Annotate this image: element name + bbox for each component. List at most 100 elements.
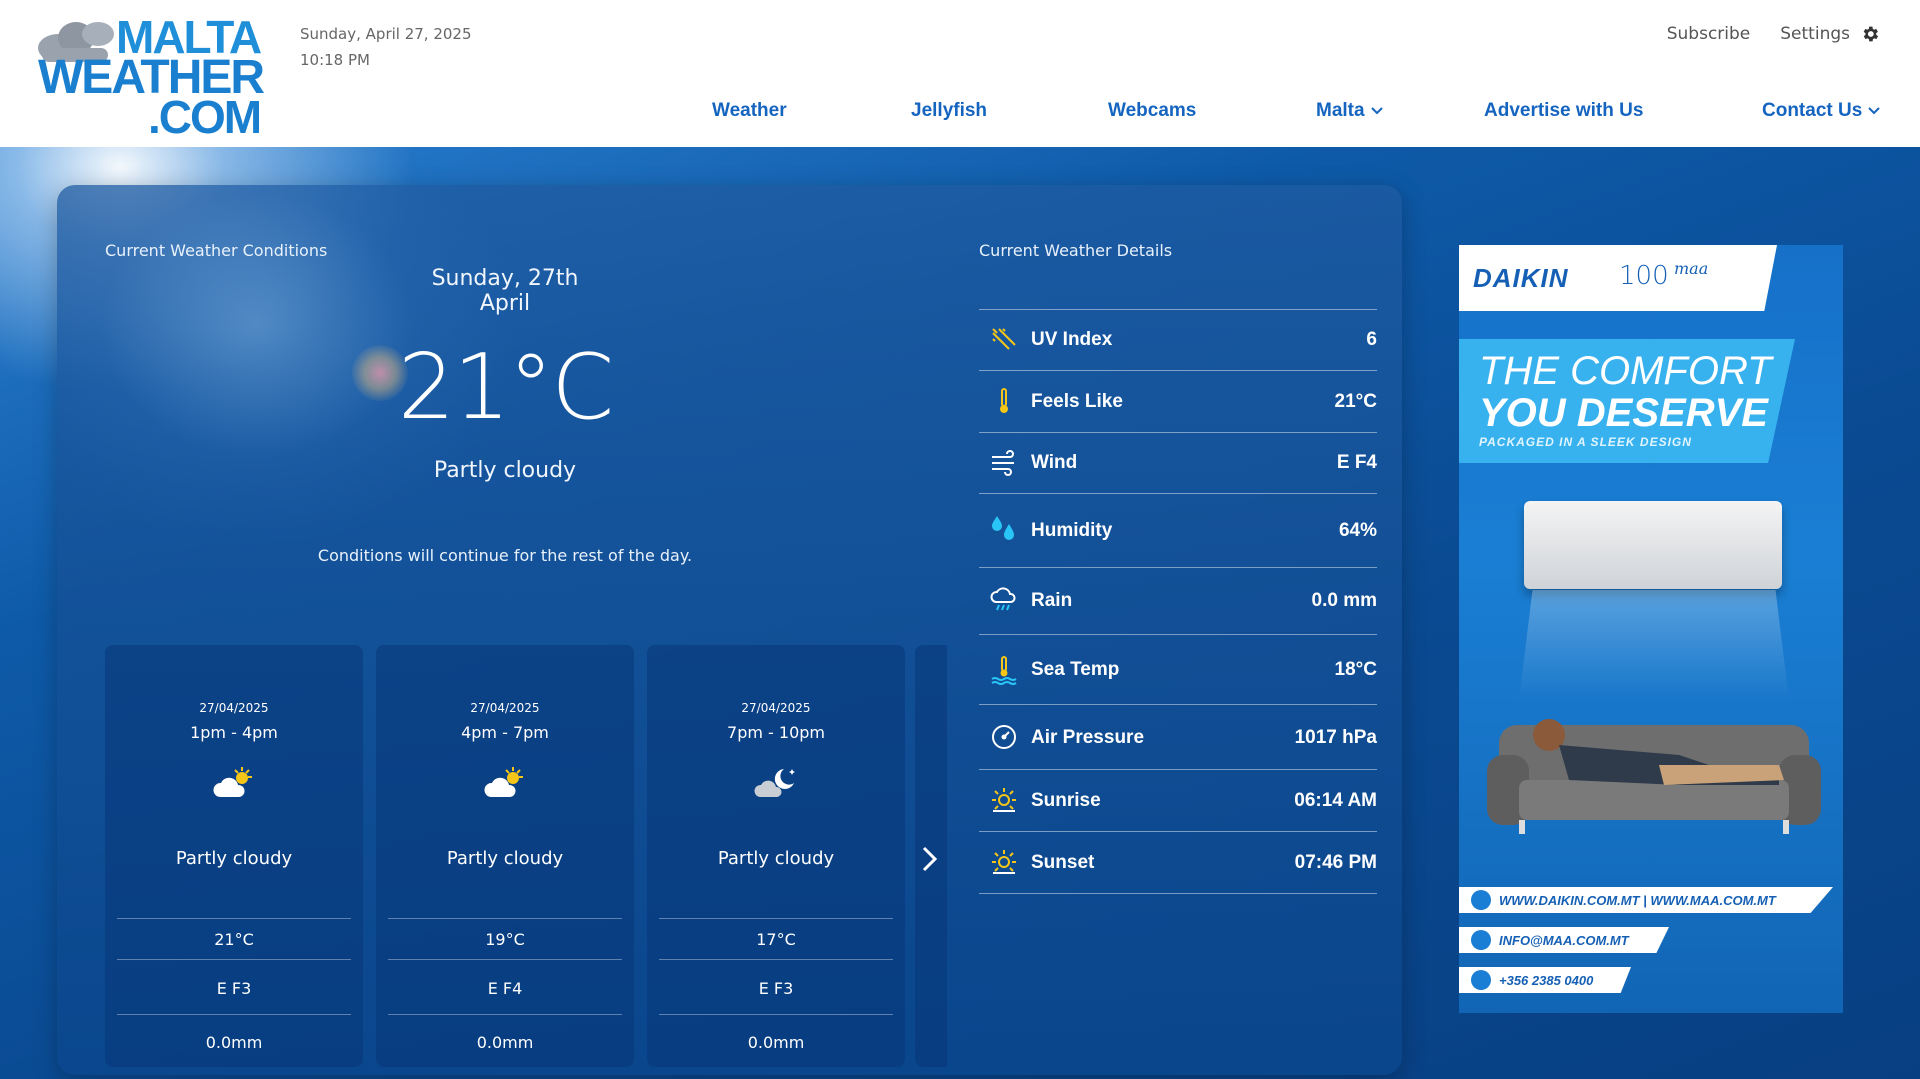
detail-row-rain: Rain 0.0 mm bbox=[979, 567, 1377, 634]
divider bbox=[388, 1014, 622, 1015]
logo-text-com: .COM bbox=[148, 91, 262, 143]
current-temperature: 21°C bbox=[397, 335, 614, 440]
phone-icon bbox=[1471, 970, 1491, 990]
sofa-image bbox=[1487, 719, 1821, 834]
nav-advertise-label: Advertise with Us bbox=[1484, 100, 1644, 121]
details-title: Current Weather Details bbox=[979, 241, 1173, 260]
forecast-temp: 21°C bbox=[214, 930, 254, 949]
forecast-rain: 0.0mm bbox=[476, 1033, 534, 1052]
detail-value: 6 bbox=[1366, 329, 1377, 350]
forecast-date: 27/04/2025 bbox=[470, 701, 540, 715]
forecast-description: Partly cloudy bbox=[446, 848, 564, 869]
detail-value: 21°C bbox=[1334, 391, 1377, 412]
chevron-right-icon[interactable] bbox=[918, 844, 940, 874]
header-date: Sunday, April 27, 2025 bbox=[300, 25, 472, 43]
forecast-card[interactable]: 27/04/2025 1pm - 4pm Partly cloudy 21°C … bbox=[105, 645, 363, 1067]
nav-malta-label: Malta bbox=[1316, 100, 1365, 121]
wind-icon bbox=[992, 450, 1014, 476]
email-icon bbox=[1471, 930, 1491, 950]
nav-malta[interactable]: Malta bbox=[1316, 100, 1383, 122]
divider bbox=[659, 1014, 893, 1015]
rain-cloud-icon bbox=[990, 587, 1016, 611]
detail-value: 64% bbox=[1338, 520, 1377, 541]
main-nav: Weather Jellyfish Webcams Malta Advertis… bbox=[712, 100, 1882, 130]
forecast-card[interactable]: 27/04/2025 4pm - 7pm Partly cloudy 19°C … bbox=[376, 645, 634, 1067]
detail-label: Humidity bbox=[1031, 520, 1113, 541]
globe-icon bbox=[1471, 890, 1491, 910]
detail-value: 18°C bbox=[1334, 659, 1377, 680]
ad-phone[interactable]: +356 2385 0400 bbox=[1459, 967, 1631, 993]
ad-website-text: WWW.DAIKIN.COM.MT | WWW.MAA.COM.MT bbox=[1499, 892, 1776, 908]
ad-website[interactable]: WWW.DAIKIN.COM.MT | WWW.MAA.COM.MT bbox=[1459, 887, 1833, 913]
uv-icon bbox=[992, 328, 1016, 350]
forecast-date: 27/04/2025 bbox=[741, 701, 811, 715]
nav-contact-label: Contact Us bbox=[1762, 100, 1863, 121]
ad-tagline: PACKAGED IN A SLEEK DESIGN bbox=[1479, 435, 1692, 449]
sea-temp-icon bbox=[991, 656, 1017, 685]
ad-headline-2: YOU DESERVE bbox=[1479, 391, 1768, 435]
divider bbox=[117, 918, 351, 919]
forecast-rain: 0.0mm bbox=[205, 1033, 263, 1052]
nav-advertise[interactable]: Advertise with Us bbox=[1484, 100, 1643, 122]
detail-label: Sunrise bbox=[1031, 790, 1101, 811]
header-time: 10:18 PM bbox=[300, 51, 370, 69]
current-description: Partly cloudy bbox=[433, 458, 577, 483]
forecast-description: Partly cloudy bbox=[717, 848, 835, 869]
forecast-wind: E F3 bbox=[758, 979, 794, 998]
sunrise-icon bbox=[992, 788, 1016, 812]
divider bbox=[117, 959, 351, 960]
forecast-time: 7pm - 10pm bbox=[727, 723, 825, 742]
detail-value: E F4 bbox=[1336, 452, 1377, 473]
nav-webcams[interactable]: Webcams bbox=[1108, 100, 1196, 122]
forecast-time: 1pm - 4pm bbox=[190, 723, 278, 742]
detail-row-sunrise: Sunrise 06:14 AM bbox=[979, 769, 1377, 831]
nav-weather[interactable]: Weather bbox=[712, 100, 787, 122]
ad-brand-strip: DAIKIN 100 maa bbox=[1459, 245, 1777, 311]
nav-jellyfish-label: Jellyfish bbox=[911, 100, 988, 121]
gear-icon bbox=[1863, 26, 1879, 42]
forecast-time: 4pm - 7pm bbox=[461, 723, 549, 742]
detail-row-humidity: Humidity 64% bbox=[979, 493, 1377, 567]
forecast-rain: 0.0mm bbox=[747, 1033, 805, 1052]
ad-phone-text: +356 2385 0400 bbox=[1499, 972, 1594, 988]
ad-headline-1: THE COMFORT bbox=[1479, 349, 1772, 393]
detail-label: Wind bbox=[1031, 452, 1078, 473]
sunset-icon bbox=[992, 850, 1016, 874]
chevron-down-icon bbox=[1868, 107, 1881, 115]
conditions-date: Sunday, 27th April bbox=[431, 266, 579, 316]
divider bbox=[659, 959, 893, 960]
partly-cloudy-day-icon bbox=[213, 767, 252, 797]
header-datetime: Sunday, April 27, 2025 10:18 PM bbox=[300, 21, 472, 73]
site-header: MALTA WEATHER .COM Sunday, April 27, 202… bbox=[0, 0, 1920, 147]
nav-jellyfish[interactable]: Jellyfish bbox=[911, 100, 987, 122]
divider bbox=[388, 918, 622, 919]
detail-label: UV Index bbox=[1031, 329, 1113, 350]
detail-label: Sea Temp bbox=[1031, 659, 1120, 680]
detail-value: 06:14 AM bbox=[1294, 790, 1377, 811]
detail-label: Feels Like bbox=[1031, 391, 1123, 412]
detail-value: 07:46 PM bbox=[1294, 852, 1377, 873]
ad-email[interactable]: INFO@MAA.COM.MT bbox=[1459, 927, 1669, 953]
forecast-temp: 17°C bbox=[756, 930, 796, 949]
forecast-temp: 19°C bbox=[485, 930, 525, 949]
forecast-date: 27/04/2025 bbox=[199, 701, 269, 715]
detail-row-sea-temp: Sea Temp 18°C bbox=[979, 634, 1377, 704]
ad-email-text: INFO@MAA.COM.MT bbox=[1499, 932, 1629, 948]
detail-row-sunset: Sunset 07:46 PM bbox=[979, 831, 1377, 893]
detail-row-feels-like: Feels Like 21°C bbox=[979, 370, 1377, 432]
site-logo[interactable]: MALTA WEATHER .COM bbox=[36, 14, 286, 140]
detail-row-wind: Wind E F4 bbox=[979, 432, 1377, 493]
detail-row-uv: UV Index 6 bbox=[979, 309, 1377, 370]
forecast-card[interactable]: 27/04/2025 7pm - 10pm Partly cloudy 17°C… bbox=[647, 645, 905, 1067]
ad-headline-banner: THE COMFORT YOU DESERVE PACKAGED IN A SL… bbox=[1459, 339, 1795, 463]
nav-contact[interactable]: Contact Us bbox=[1762, 100, 1881, 122]
partly-cloudy-night-icon bbox=[754, 769, 795, 797]
forecast-wind: E F3 bbox=[216, 979, 252, 998]
subscribe-link[interactable]: Subscribe bbox=[1667, 24, 1751, 44]
pressure-gauge-icon bbox=[992, 725, 1016, 749]
divider bbox=[388, 959, 622, 960]
settings-link[interactable]: Settings bbox=[1780, 24, 1880, 44]
daikin-advertisement[interactable]: DAIKIN 100 maa THE COMFORT YOU DESERVE P… bbox=[1459, 245, 1843, 1013]
partly-cloudy-day-icon bbox=[484, 767, 523, 797]
detail-value: 0.0 mm bbox=[1311, 590, 1377, 611]
